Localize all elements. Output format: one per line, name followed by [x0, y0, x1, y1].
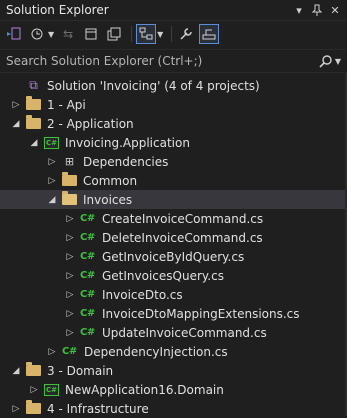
collapsed-arrow-icon[interactable]: ▷ [10, 100, 22, 110]
new-window-icon[interactable] [81, 24, 101, 44]
tree-item-label: UpdateInvoiceCommand.cs [102, 325, 267, 340]
tree-item-label: 3 - Domain [47, 363, 114, 378]
csproj-icon: C# [44, 136, 59, 149]
pin-icon[interactable] [309, 2, 325, 18]
search-options-dropdown-icon[interactable]: ▼ [335, 57, 341, 66]
collapsed-arrow-icon[interactable]: ▷ [64, 233, 76, 243]
solution-icon: ⧉ [29, 78, 38, 92]
toolbar-separator [171, 26, 173, 42]
tree-item[interactable]: ◢ 2 - Application [0, 114, 347, 133]
collapsed-arrow-icon[interactable]: ▷ [46, 176, 58, 186]
tree-item-label: GetInvoicesQuery.cs [102, 268, 224, 283]
switch-views-icon[interactable] [4, 24, 24, 44]
tree-item-label: GetInvoiceByIdQuery.cs [102, 249, 245, 264]
tree-item-label: InvoiceDtoMappingExtensions.cs [102, 306, 300, 321]
tree-item-label: Invoices [83, 192, 133, 207]
collapsed-arrow-icon[interactable]: ▷ [46, 157, 58, 167]
back-icon[interactable]: ⇆ [58, 24, 78, 44]
collapsed-arrow-icon[interactable]: ▷ [64, 290, 76, 300]
tree-item[interactable]: ◢ 3 - Domain [0, 361, 347, 380]
collapsed-arrow-icon[interactable]: ▷ [46, 347, 58, 357]
tree-item-label: Dependencies [83, 154, 169, 169]
tree-item[interactable]: ▷ C# InvoiceDto.cs [0, 285, 347, 304]
tree-item[interactable]: ⧉ Solution 'Invoicing' (4 of 4 projects) [0, 76, 347, 95]
history-dropdown-icon[interactable]: ▼ [48, 30, 54, 39]
tree-item[interactable]: ▷ C# DependencyInjection.cs [0, 342, 347, 361]
tree-item-label: InvoiceDto.cs [102, 287, 183, 302]
history-icon[interactable] [27, 24, 47, 44]
tree-item-label: 1 - Api [47, 97, 86, 112]
collapse-all-icon[interactable] [104, 24, 124, 44]
collapsed-arrow-icon[interactable]: ▷ [28, 385, 40, 395]
tree-item[interactable]: ▷ C# CreateInvoiceCommand.cs [0, 209, 347, 228]
tree-item[interactable]: ◢ Invoices [0, 190, 347, 209]
tree-item-label: 4 - Infrastructure [47, 401, 149, 416]
search-input[interactable] [6, 54, 319, 68]
collapsed-arrow-icon[interactable]: ▷ [64, 309, 76, 319]
tree-item-label: Invoicing.Application [65, 135, 190, 150]
properties-wrench-icon[interactable] [176, 24, 196, 44]
tree-item-label: 2 - Application [47, 116, 134, 131]
expanded-arrow-icon[interactable]: ◢ [10, 366, 22, 376]
tree-item[interactable]: ▷ C# NewApplication16.Domain [0, 380, 347, 399]
folder-icon [26, 96, 41, 110]
tree-item[interactable]: ▷ C# UpdateInvoiceCommand.cs [0, 323, 347, 342]
csharp-file-icon: C# [80, 289, 95, 300]
search-options[interactable]: ▼ [319, 54, 341, 68]
tree-item-label: NewApplication16.Domain [65, 382, 224, 397]
collapsed-arrow-icon[interactable]: ▷ [64, 252, 76, 262]
csproj-icon: C# [44, 383, 59, 396]
tree-item-label: Solution 'Invoicing' (4 of 4 projects) [47, 78, 260, 93]
collapsed-arrow-icon[interactable]: ▷ [64, 271, 76, 281]
tree-item[interactable]: ▷ 1 - Api [0, 95, 347, 114]
csharp-file-icon: C# [80, 270, 95, 281]
preview-selected-items-icon[interactable] [199, 24, 220, 44]
tree-item[interactable]: ▷ 4 - Infrastructure [0, 399, 347, 418]
tree-item[interactable]: ▷ Common [0, 171, 347, 190]
title-bar: Solution Explorer ▾ ✕ [0, 0, 347, 20]
expanded-arrow-icon[interactable]: ◢ [46, 195, 58, 205]
expanded-arrow-icon[interactable]: ◢ [10, 119, 22, 129]
chevron-down-icon[interactable]: ▾ [291, 2, 307, 18]
tree-item-label: DependencyInjection.cs [84, 344, 228, 359]
tree-item[interactable]: ▷ C# GetInvoicesQuery.cs [0, 266, 347, 285]
search-bar: ▼ [0, 49, 347, 73]
csharp-file-icon: C# [80, 232, 95, 243]
folder-open-icon [62, 191, 77, 205]
csharp-file-icon: C# [80, 251, 95, 262]
show-all-files-icon[interactable] [136, 24, 157, 44]
collapsed-arrow-icon[interactable]: ▷ [64, 214, 76, 224]
folder-icon [62, 172, 77, 186]
folder-icon [26, 115, 41, 129]
filter-dropdown-icon[interactable]: ▼ [157, 30, 163, 39]
search-icon [319, 54, 332, 68]
close-icon[interactable]: ✕ [327, 2, 343, 18]
tree-item[interactable]: ▷ ⊞ Dependencies [0, 152, 347, 171]
tree-item[interactable]: ◢ C# Invoicing.Application [0, 133, 347, 152]
csharp-file-icon: C# [80, 308, 95, 319]
toolbar-separator [131, 26, 133, 42]
tree-item[interactable]: ▷ C# DeleteInvoiceCommand.cs [0, 228, 347, 247]
csharp-file-icon: C# [80, 327, 95, 338]
folder-icon [26, 362, 41, 376]
tree-item[interactable]: ▷ C# InvoiceDtoMappingExtensions.cs [0, 304, 347, 323]
expanded-arrow-icon[interactable]: ◢ [28, 138, 40, 148]
window-title: Solution Explorer [6, 3, 109, 17]
collapsed-arrow-icon[interactable]: ▷ [10, 404, 22, 414]
csharp-file-icon: C# [80, 213, 95, 224]
tree-item-label: DeleteInvoiceCommand.cs [102, 230, 263, 245]
csharp-file-icon: C# [62, 346, 77, 357]
dependencies-icon: ⊞ [64, 155, 75, 168]
collapsed-arrow-icon[interactable]: ▷ [64, 328, 76, 338]
tree-item-label: CreateInvoiceCommand.cs [102, 211, 264, 226]
folder-icon [26, 400, 41, 414]
toolbar: ▼ ⇆ ▼ [0, 20, 347, 47]
tree-item[interactable]: ▷ C# GetInvoiceByIdQuery.cs [0, 247, 347, 266]
tree-item-label: Common [83, 173, 138, 188]
solution-tree: ⧉ Solution 'Invoicing' (4 of 4 projects) ▷… [0, 73, 347, 418]
